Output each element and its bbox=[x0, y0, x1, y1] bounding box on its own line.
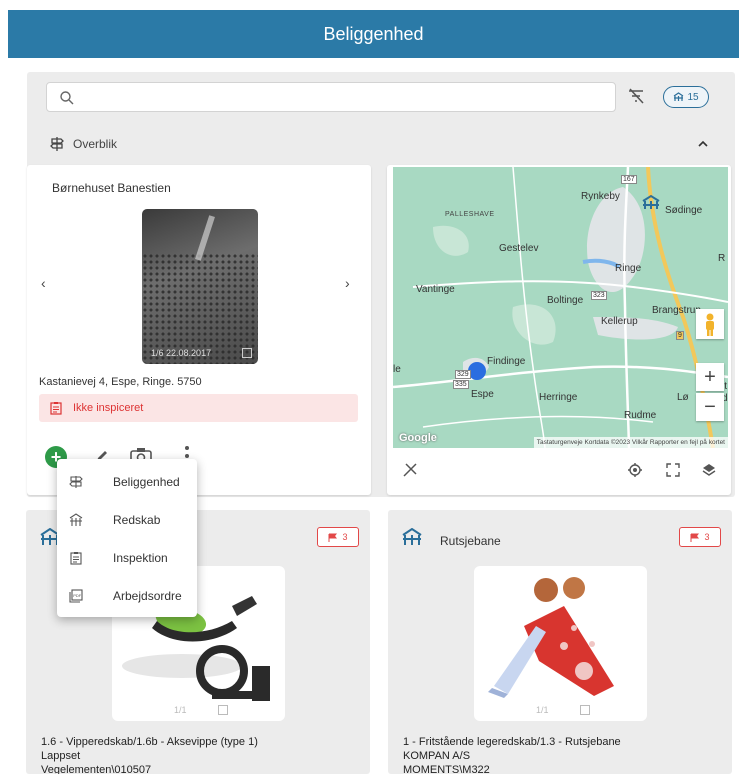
layers-icon[interactable] bbox=[701, 462, 717, 478]
map-label-rynkeby: Rynkeby bbox=[581, 191, 620, 202]
menu-item-label: Redskab bbox=[113, 513, 161, 527]
gallery-icon[interactable] bbox=[218, 705, 228, 715]
menu-item-arbejdsordre[interactable]: PDF Arbejdsordre bbox=[57, 577, 197, 615]
pdf-icon: PDF bbox=[69, 589, 83, 603]
image-counter: 1/1 bbox=[536, 705, 549, 715]
map-label-brangstrup: Brangstrup bbox=[652, 305, 701, 316]
inspection-status: Ikke inspiceret bbox=[39, 394, 358, 422]
map-label-sodinge: Sødinge bbox=[665, 205, 703, 216]
flag-count: 3 bbox=[342, 532, 348, 542]
signpost-icon bbox=[50, 137, 64, 151]
overview-toggle[interactable]: Overblik bbox=[27, 124, 735, 162]
menu-item-inspektion[interactable]: Inspektion bbox=[57, 539, 197, 577]
flag-badge[interactable]: 3 bbox=[317, 527, 359, 547]
gallery-icon[interactable] bbox=[242, 348, 252, 358]
map-toolbar bbox=[387, 448, 731, 494]
map-label-rudme: Rudme bbox=[624, 410, 657, 421]
location-address: Kastanievej 4, Espe, Ringe. 5750 bbox=[39, 376, 202, 388]
map-card: Rynkeby Sødinge PALLESHAVE Gestelev Ring… bbox=[387, 165, 731, 495]
menu-item-label: Arbejdsordre bbox=[113, 589, 182, 603]
road-badge-167: 167 bbox=[621, 175, 637, 184]
map-label-r: R bbox=[718, 253, 726, 264]
map-view[interactable]: Rynkeby Sødinge PALLESHAVE Gestelev Ring… bbox=[393, 167, 728, 448]
map-label-palleshave: PALLESHAVE bbox=[445, 211, 495, 218]
playground-icon bbox=[69, 513, 83, 526]
photo-prev-button[interactable]: ‹ bbox=[41, 275, 55, 291]
flag-count: 3 bbox=[704, 532, 710, 542]
chevron-up-icon[interactable] bbox=[697, 138, 709, 150]
asset-image[interactable]: 1/1 bbox=[474, 566, 647, 721]
map-label-findinge: Findinge bbox=[487, 356, 526, 367]
map-label-gestelev: Gestelev bbox=[499, 243, 539, 254]
image-counter: 1/1 bbox=[174, 705, 187, 715]
zoom-out-button[interactable]: − bbox=[696, 393, 724, 421]
asset-type: 1.6 - Vipperedskab/1.6b - Aksevippe (typ… bbox=[41, 736, 258, 748]
search-icon bbox=[60, 91, 74, 105]
asset-manufacturer: KOMPAN A/S bbox=[403, 750, 471, 762]
location-card: Børnehuset Banestien ‹ 1/6 22.08.2017 › … bbox=[27, 165, 371, 495]
map-label-vantinge: Vantinge bbox=[416, 284, 455, 295]
flag-icon bbox=[328, 533, 338, 542]
gallery-icon[interactable] bbox=[580, 705, 590, 715]
map-label-le: le bbox=[393, 364, 401, 375]
page-header: Beliggenhed bbox=[8, 10, 739, 58]
map-label-lo: Lø bbox=[677, 392, 689, 403]
measure-off-icon[interactable] bbox=[402, 462, 418, 478]
map-label-boltinge: Boltinge bbox=[547, 295, 584, 306]
menu-item-label: Inspektion bbox=[113, 551, 168, 565]
map-label-kellerup: Kellerup bbox=[601, 316, 638, 327]
flag-icon bbox=[690, 533, 700, 542]
menu-item-redskab[interactable]: Redskab bbox=[57, 501, 197, 539]
flag-badge[interactable]: 3 bbox=[679, 527, 721, 547]
zoom-in-button[interactable]: + bbox=[696, 363, 724, 391]
road-badge-335: 335 bbox=[453, 380, 469, 389]
search-input[interactable] bbox=[46, 82, 616, 112]
add-menu: Beliggenhed Redskab Inspektion PDF Arbej… bbox=[57, 459, 197, 617]
overview-label: Overblik bbox=[73, 137, 118, 151]
map-label-espe: Espe bbox=[471, 389, 494, 400]
slide-illustration bbox=[488, 577, 614, 698]
menu-item-beliggenhed[interactable]: Beliggenhed bbox=[57, 463, 197, 501]
asset-product: MOMENTS\M322 bbox=[403, 764, 490, 774]
inspection-status-text: Ikke inspiceret bbox=[73, 402, 144, 414]
asset-manufacturer: Lappset bbox=[41, 750, 81, 762]
pegman-icon bbox=[706, 313, 714, 336]
app: Beliggenhed 15 Overblik Børnehuset Banes… bbox=[0, 0, 739, 774]
road-badge-323: 323 bbox=[591, 291, 607, 300]
map-label-ringe: Ringe bbox=[615, 263, 642, 274]
page-title: Beliggenhed bbox=[323, 23, 424, 44]
road-badge-329: 329 bbox=[455, 370, 471, 379]
photo-next-button[interactable]: › bbox=[345, 275, 359, 291]
photo-info: 1/6 22.08.2017 bbox=[151, 348, 211, 358]
asset-type: 1 - Fritstående legeredskab/1.3 - Rutsje… bbox=[403, 736, 621, 748]
map-label-herringe: Herringe bbox=[539, 392, 578, 403]
signpost-icon bbox=[69, 476, 83, 488]
photo-counter: 1/6 bbox=[151, 348, 164, 358]
menu-item-label: Beliggenhed bbox=[113, 475, 180, 489]
photo-date: 22.08.2017 bbox=[166, 348, 212, 358]
location-photo[interactable]: 1/6 22.08.2017 bbox=[142, 209, 258, 364]
svg-text:PDF: PDF bbox=[73, 593, 82, 598]
clipboard-icon bbox=[50, 402, 62, 415]
google-logo: Google bbox=[399, 432, 437, 444]
fullscreen-icon[interactable] bbox=[665, 462, 681, 478]
road-badge-9: 9 bbox=[676, 331, 684, 340]
map-attribution[interactable]: Tastaturgenveje Kortdata ©2023 Vilkår Ra… bbox=[533, 437, 728, 448]
location-name: Børnehuset Banestien bbox=[52, 181, 171, 195]
overview-panel: 15 Overblik Børnehuset Banestien ‹ 1/6 2… bbox=[27, 72, 735, 497]
asset-title: Rutsjebane bbox=[440, 534, 501, 548]
my-location-icon[interactable] bbox=[627, 462, 643, 478]
filter-off-icon[interactable] bbox=[627, 87, 645, 105]
playground-icon bbox=[402, 528, 422, 545]
asset-count: 15 bbox=[687, 91, 699, 103]
asset-count-chip[interactable]: 15 bbox=[663, 86, 709, 108]
street-view-pegman[interactable] bbox=[696, 309, 724, 339]
playground-icon bbox=[674, 92, 684, 101]
clipboard-icon bbox=[70, 552, 82, 565]
asset-product: Vegelementen\010507 bbox=[41, 764, 152, 774]
asset-card[interactable]: Rutsjebane 3 1/1 1 - Fritstående legered… bbox=[388, 510, 732, 774]
